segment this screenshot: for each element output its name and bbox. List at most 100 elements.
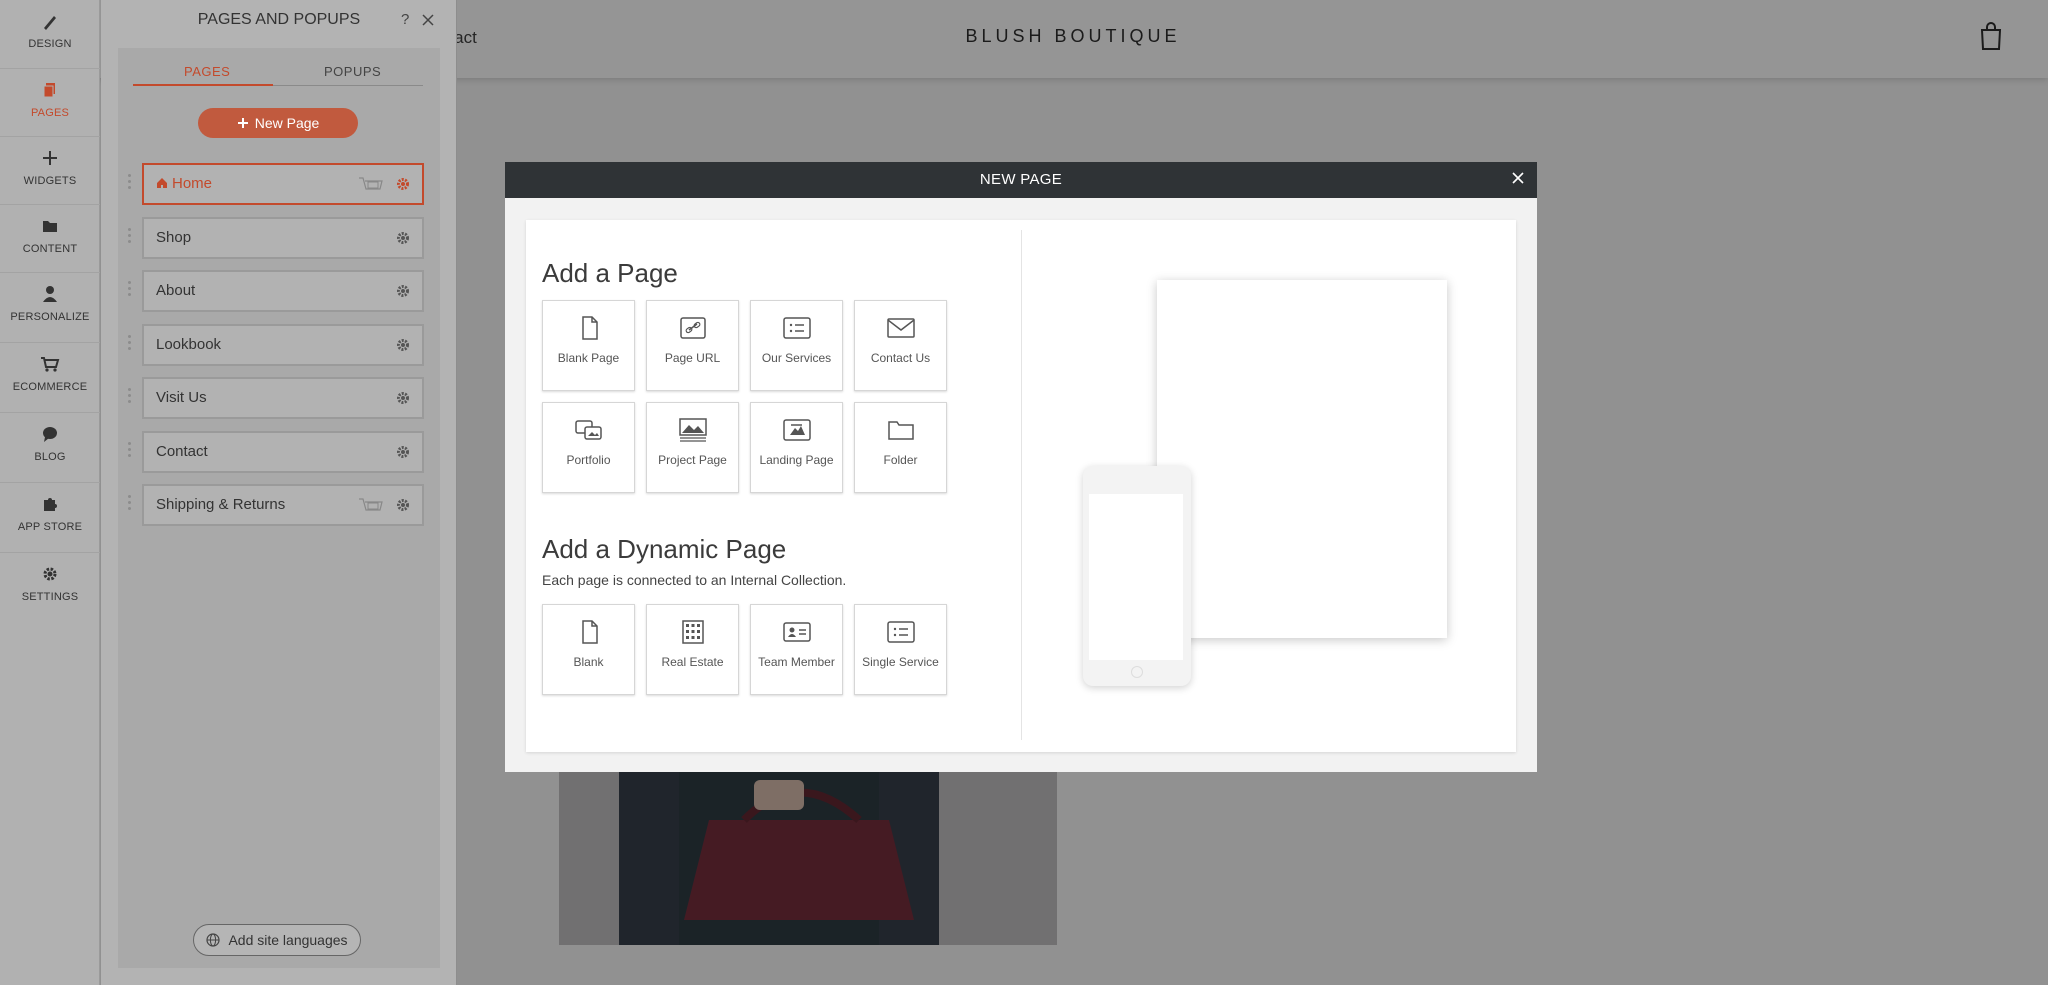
desktop-preview <box>1157 280 1447 638</box>
list-icon <box>782 317 811 339</box>
page-item-visit-us[interactable]: Visit Us <box>142 377 424 419</box>
globe-icon <box>206 933 221 947</box>
tab-active-indicator <box>133 84 273 86</box>
card-single-service[interactable]: Single Service <box>854 604 947 695</box>
gear-icon[interactable] <box>396 498 410 512</box>
page-item-shipping-returns[interactable]: Shipping & Returns <box>142 484 424 526</box>
landing-icon <box>782 419 811 441</box>
rail-label: SETTINGS <box>21 591 79 603</box>
rail-item-app-store[interactable]: APP STORE <box>0 482 100 550</box>
card-label: Landing Page <box>759 453 834 467</box>
tab-popups[interactable]: POPUPS <box>324 64 381 79</box>
rail-item-settings[interactable]: SETTINGS <box>0 552 100 620</box>
languages-label: Add site languages <box>228 932 348 948</box>
card-label: Folder <box>883 453 918 467</box>
gear-icon[interactable] <box>396 338 410 352</box>
drag-handle[interactable] <box>128 228 132 246</box>
envelope-icon <box>886 318 915 338</box>
drag-handle[interactable] <box>128 442 132 460</box>
gear-icon[interactable] <box>396 231 410 245</box>
brush-icon <box>44 16 56 30</box>
card-real-estate[interactable]: Real Estate <box>646 604 739 695</box>
rail-label: BLOG <box>34 451 66 463</box>
drag-handle[interactable] <box>128 495 132 513</box>
page-item-contact[interactable]: Contact <box>142 431 424 473</box>
building-icon <box>681 620 704 644</box>
page-label: Lookbook <box>156 336 222 353</box>
gear-icon[interactable] <box>396 391 410 405</box>
card-blank-page[interactable]: Blank Page <box>542 300 635 391</box>
rail-item-pages[interactable]: PAGES <box>0 68 100 136</box>
page-item-shop[interactable]: Shop <box>142 217 424 259</box>
rail-item-blog[interactable]: BLOG <box>0 412 100 480</box>
card-team-member[interactable]: Team Member <box>750 604 843 695</box>
new-page-label: New Page <box>254 115 320 131</box>
portfolio-icon <box>574 420 602 440</box>
add-site-languages-button[interactable]: Add site languages <box>193 924 361 956</box>
page-item-about[interactable]: About <box>142 270 424 312</box>
page-item-lookbook[interactable]: Lookbook <box>142 324 424 366</box>
drag-handle[interactable] <box>128 174 132 192</box>
image-icon <box>678 418 707 442</box>
page-label: Visit Us <box>156 389 207 406</box>
modal-header: NEW PAGE <box>505 162 1537 198</box>
modal-divider <box>1021 230 1022 740</box>
card-label: Contact Us <box>870 351 931 365</box>
store-icon <box>359 498 383 511</box>
gear-icon[interactable] <box>396 284 410 298</box>
rail-item-content[interactable]: CONTENT <box>0 204 100 272</box>
add-dynamic-page-title: Add a Dynamic Page <box>542 534 787 564</box>
rail-item-ecommerce[interactable]: ECOMMERCE <box>0 342 100 410</box>
id-card-icon <box>782 622 811 642</box>
folder-icon <box>887 421 914 440</box>
plus-icon <box>43 151 57 165</box>
new-page-modal: NEW PAGE Add a Page Blank Page Page URL … <box>505 162 1537 772</box>
page-item-home[interactable]: Home <box>142 163 424 205</box>
gear-icon[interactable] <box>396 445 410 459</box>
page-label: Shop <box>156 229 192 246</box>
rail-label: APP STORE <box>17 521 83 533</box>
drag-handle[interactable] <box>128 388 132 406</box>
left-rail: DESIGN PAGES WIDGETS CONTENT PERSONALIZE… <box>0 0 100 985</box>
card-label: Real Estate <box>661 655 724 669</box>
card-landing-page[interactable]: Landing Page <box>750 402 843 493</box>
chat-icon <box>43 427 57 442</box>
add-page-title: Add a Page <box>542 258 678 288</box>
gear-icon <box>43 567 57 581</box>
mobile-preview-screen <box>1089 494 1183 660</box>
rail-label: WIDGETS <box>23 175 77 187</box>
mobile-preview <box>1083 466 1191 686</box>
help-icon[interactable]: ? <box>401 11 409 28</box>
card-dynamic-blank[interactable]: Blank <box>542 604 635 695</box>
new-page-button[interactable]: New Page <box>198 108 358 138</box>
close-icon[interactable] <box>1509 169 1527 187</box>
card-portfolio[interactable]: Portfolio <box>542 402 635 493</box>
link-icon <box>679 317 706 339</box>
puzzle-icon <box>44 498 57 511</box>
rail-label: ECOMMERCE <box>12 381 88 393</box>
card-label: Blank Page <box>557 351 620 365</box>
modal-title: NEW PAGE <box>979 171 1063 188</box>
page-label: About <box>156 282 196 299</box>
tab-pages[interactable]: PAGES <box>184 64 230 79</box>
card-label: Project Page <box>658 453 727 467</box>
gear-icon[interactable] <box>396 177 410 191</box>
card-our-services[interactable]: Our Services <box>750 300 843 391</box>
drag-handle[interactable] <box>128 281 132 299</box>
card-folder[interactable]: Folder <box>854 402 947 493</box>
card-contact-us[interactable]: Contact Us <box>854 300 947 391</box>
card-project-page[interactable]: Project Page <box>646 402 739 493</box>
pages-icon <box>43 83 55 98</box>
page-label: Shipping & Returns <box>156 496 286 513</box>
pages-panel: PAGES AND POPUPS ? PAGES POPUPS New Page… <box>101 0 457 985</box>
card-page-url[interactable]: Page URL <box>646 300 739 391</box>
card-label: Single Service <box>862 655 939 669</box>
rail-item-personalize[interactable]: PERSONALIZE <box>0 272 100 340</box>
rail-label: PERSONALIZE <box>10 311 90 323</box>
rail-item-widgets[interactable]: WIDGETS <box>0 136 100 204</box>
drag-handle[interactable] <box>128 335 132 353</box>
list-icon <box>886 621 915 643</box>
close-icon[interactable] <box>421 13 435 27</box>
rail-item-design[interactable]: DESIGN <box>0 0 100 68</box>
store-icon <box>359 177 383 190</box>
